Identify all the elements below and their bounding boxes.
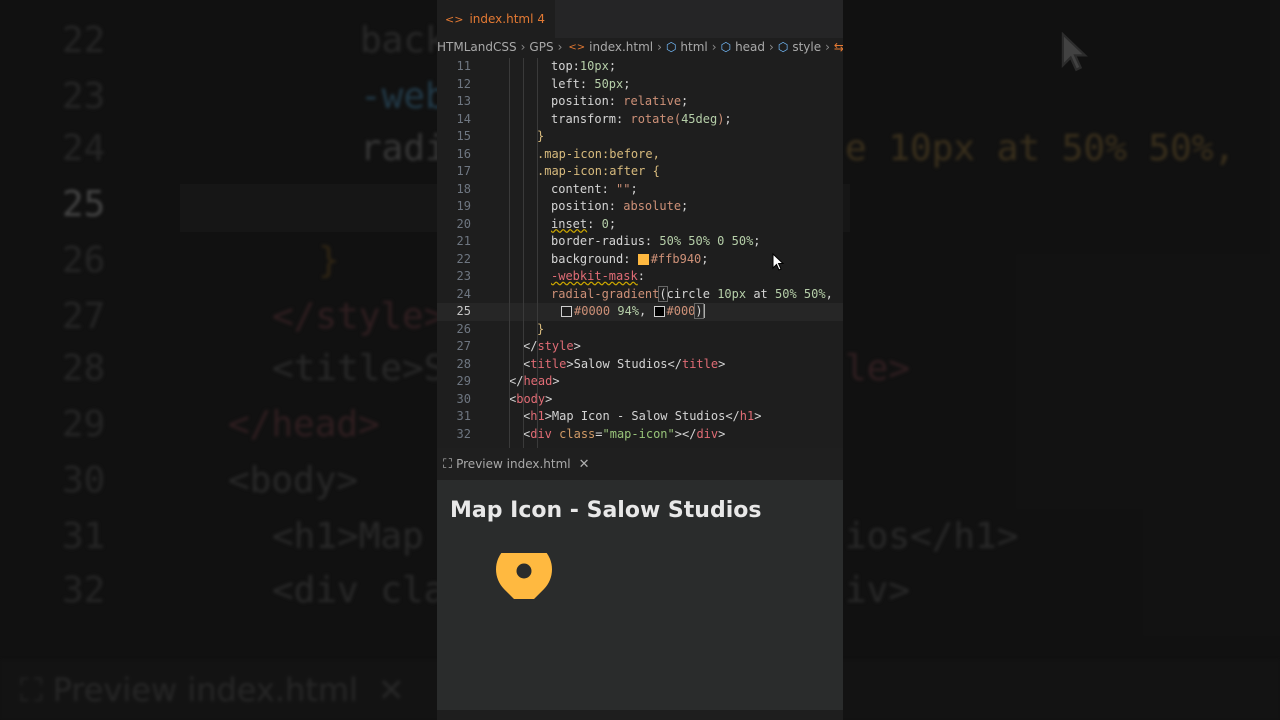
breadcrumb-item[interactable]: GPS — [529, 40, 553, 54]
tab-filename: index.html — [469, 12, 534, 26]
code-line[interactable]: 21 border-radius: 50% 50% 0 50%; — [437, 233, 843, 251]
breadcrumb-item[interactable]: HTMLandCSS — [437, 40, 517, 54]
tab-index-html[interactable]: <> index.html 4 — [437, 0, 555, 38]
code-line[interactable]: 28 <title>Salow Studios</title> — [437, 356, 843, 374]
code-line[interactable]: 29</head> — [437, 373, 843, 391]
mouse-cursor-icon — [772, 253, 784, 271]
code-line[interactable]: 13 position: relative; — [437, 93, 843, 111]
code-line[interactable]: 19 position: absolute; — [437, 198, 843, 216]
indent-guide — [537, 58, 538, 448]
preview-tab[interactable]: ⛶ Preview index.html ✕ — [437, 448, 843, 480]
code-line[interactable]: 17 .map-icon:after { — [437, 163, 843, 181]
breadcrumb-item[interactable]: html — [680, 40, 707, 54]
code-icon: <> — [445, 12, 464, 26]
cube-icon: ⬡ — [777, 40, 789, 54]
code-line[interactable]: 24 radial-gradient(circle 10px at 50% 50%… — [437, 285, 843, 304]
indent-guide — [509, 58, 510, 448]
breadcrumb-item[interactable]: style — [792, 40, 821, 54]
code-line[interactable]: 32 <div class="map-icon"></div> — [437, 426, 843, 444]
chevron-right-icon: › — [520, 40, 526, 54]
code-line[interactable]: 12 left: 50px; — [437, 76, 843, 94]
code-line[interactable]: 16 .map-icon:before, — [437, 146, 843, 164]
cube-icon: ⬡ — [720, 40, 732, 54]
color-swatch-icon[interactable] — [561, 306, 572, 317]
preview-tab-label: Preview index.html — [456, 457, 571, 471]
color-swatch-icon[interactable] — [637, 253, 649, 265]
close-icon[interactable]: ✕ — [579, 457, 590, 472]
editor-panel: <> index.html 4 HTMLandCSS › GPS › <> index… — [437, 0, 843, 720]
tab-bar: <> index.html 4 — [437, 0, 843, 38]
preview-pane: Map Icon - Salow Studios — [437, 480, 843, 710]
map-pin-icon — [496, 553, 552, 609]
breadcrumb: HTMLandCSS › GPS › <> index.html › ⬡ html › ⬡ h… — [437, 38, 843, 56]
code-line[interactable]: 27 </style> — [437, 338, 843, 356]
code-line[interactable]: 18 content: ""; — [437, 181, 843, 199]
color-swatch-icon[interactable] — [653, 306, 665, 317]
chevron-right-icon: › — [825, 40, 830, 54]
breadcrumb-item[interactable]: index.html — [589, 40, 653, 54]
cube-icon: ⬡ — [665, 40, 677, 54]
code-line[interactable]: 30 <body> — [437, 391, 843, 409]
code-line[interactable]: 31<h1>Map Icon - Salow Studios</h1> — [437, 408, 843, 426]
code-line[interactable]: 11 top:10px; — [437, 58, 843, 76]
symbol-icon: ⇆ — [833, 40, 843, 54]
code-line[interactable]: 15} — [437, 128, 843, 146]
code-icon: <> — [568, 41, 586, 53]
preview-heading: Map Icon - Salow Studios — [450, 498, 762, 523]
code-line[interactable]: 14 transform: rotate(45deg); — [437, 111, 843, 129]
breadcrumb-item[interactable]: head — [735, 40, 765, 54]
code-line[interactable]: 26} — [437, 321, 843, 339]
chevron-right-icon: › — [557, 40, 563, 54]
code-line[interactable]: 20 inset: 0; — [437, 216, 843, 234]
indent-guide — [523, 58, 524, 448]
code-line-current[interactable]: 25 #0000 94%, #000) — [437, 303, 843, 321]
chevron-right-icon: › — [657, 40, 662, 54]
chevron-right-icon: › — [711, 40, 717, 54]
tab-problem-count: 4 — [537, 12, 546, 26]
preview-icon: ⛶ — [443, 456, 453, 472]
chevron-right-icon: › — [769, 40, 774, 54]
